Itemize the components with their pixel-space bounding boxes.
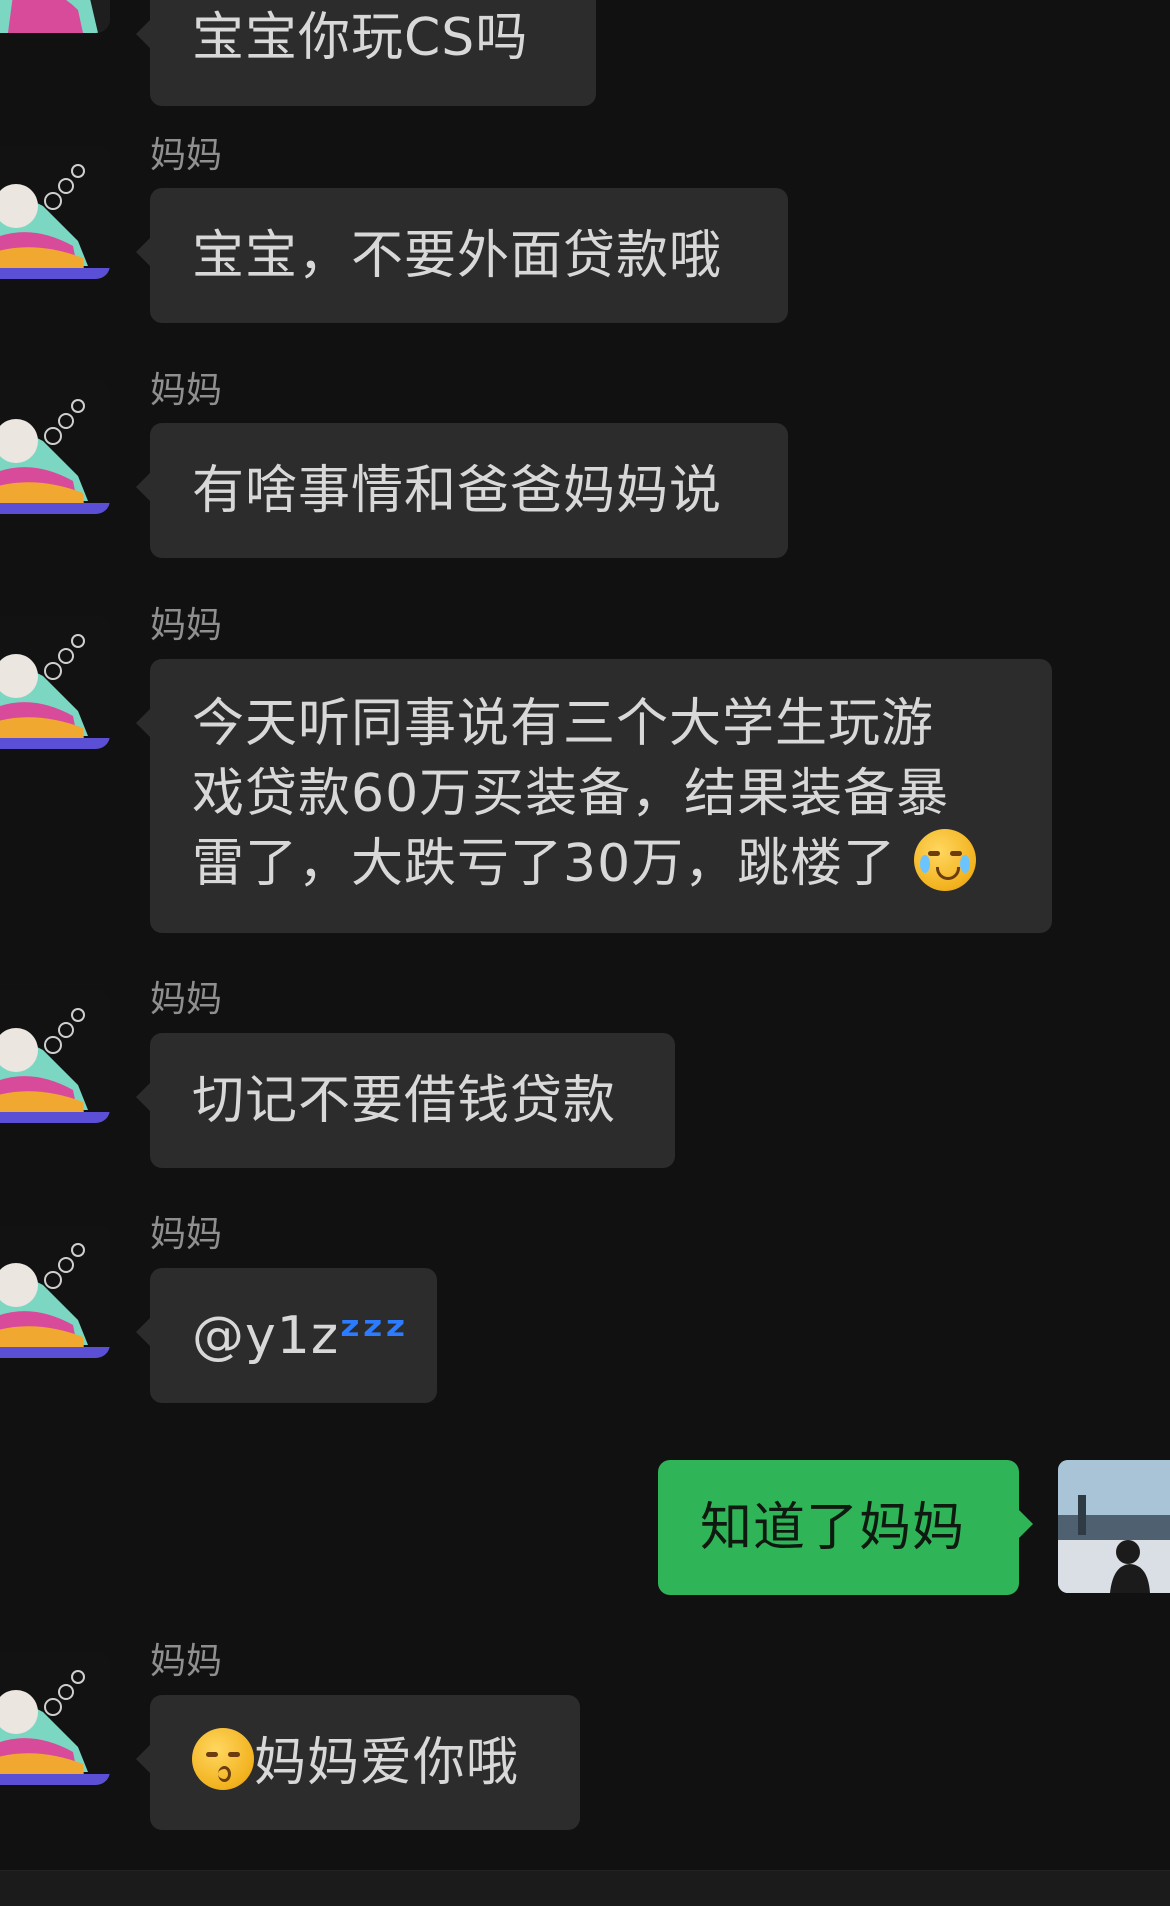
avatar-illustration-icon xyxy=(0,1225,110,1358)
sender-name: 妈妈 xyxy=(150,135,223,176)
message-bubble[interactable]: 宝宝你玩CS吗 xyxy=(136,0,596,106)
message-bubble-sent[interactable]: 知道了妈妈 xyxy=(658,1460,1033,1595)
message-text: 妈妈爱你哦 xyxy=(254,1733,520,1793)
avatar[interactable] xyxy=(0,146,110,279)
message-text: 宝宝，不要外面贷款哦 xyxy=(192,226,723,286)
avatar-illustration-icon xyxy=(0,146,110,279)
sender-name: 妈妈 xyxy=(150,605,223,646)
message-text-line: 雷了，大跌亏了30万，跳楼了 xyxy=(192,829,1010,899)
kissing-face-icon xyxy=(192,1728,254,1790)
avatar-illustration-icon xyxy=(0,990,110,1123)
loudly-crying-face-icon xyxy=(913,829,976,891)
message-bubble[interactable]: 今天听同事说有三个大学生玩游 戏贷款60万买装备，结果装备暴 雷了，大跌亏了30… xyxy=(136,659,1052,933)
avatar[interactable] xyxy=(0,1652,110,1785)
avatar-illustration-icon xyxy=(0,381,110,514)
sender-name: 妈妈 xyxy=(150,1214,223,1255)
avatar-illustration-icon xyxy=(0,616,110,749)
input-bar-edge xyxy=(0,1870,1170,1906)
message-text: 知道了妈妈 xyxy=(700,1498,966,1558)
message-text: 宝宝你玩CS吗 xyxy=(192,8,529,68)
avatar[interactable] xyxy=(0,616,110,749)
avatar[interactable] xyxy=(0,0,110,33)
message-bubble[interactable]: 有啥事情和爸爸妈妈说 xyxy=(136,423,788,558)
avatar[interactable] xyxy=(0,1225,110,1358)
message-bubble[interactable]: 切记不要借钱贷款 xyxy=(136,1033,675,1168)
sleeping-symbol-icon: ᶻᶻᶻ xyxy=(339,1306,408,1366)
message-bubble[interactable]: 妈妈爱你哦 xyxy=(136,1695,580,1830)
avatar[interactable] xyxy=(0,990,110,1123)
message-bubble[interactable]: 宝宝，不要外面贷款哦 xyxy=(136,188,788,323)
message-bubble[interactable]: @y1zᶻᶻᶻ xyxy=(136,1268,437,1403)
message-text: 有啥事情和爸爸妈妈说 xyxy=(192,461,723,521)
avatar[interactable] xyxy=(0,381,110,514)
sender-name: 妈妈 xyxy=(150,1641,223,1682)
message-text: 切记不要借钱贷款 xyxy=(192,1071,617,1131)
avatar-illustration-icon xyxy=(0,0,110,33)
message-text-line: 今天听同事说有三个大学生玩游 xyxy=(192,694,935,754)
avatar-photo-icon xyxy=(1058,1460,1170,1593)
sender-name: 妈妈 xyxy=(150,979,223,1020)
sender-name: 妈妈 xyxy=(150,370,223,411)
mention-text[interactable]: @y1z xyxy=(192,1306,339,1366)
message-text-line: 戏贷款60万买装备，结果装备暴 xyxy=(192,764,950,824)
avatar-illustration-icon xyxy=(0,1652,110,1785)
my-avatar[interactable] xyxy=(1058,1460,1170,1593)
